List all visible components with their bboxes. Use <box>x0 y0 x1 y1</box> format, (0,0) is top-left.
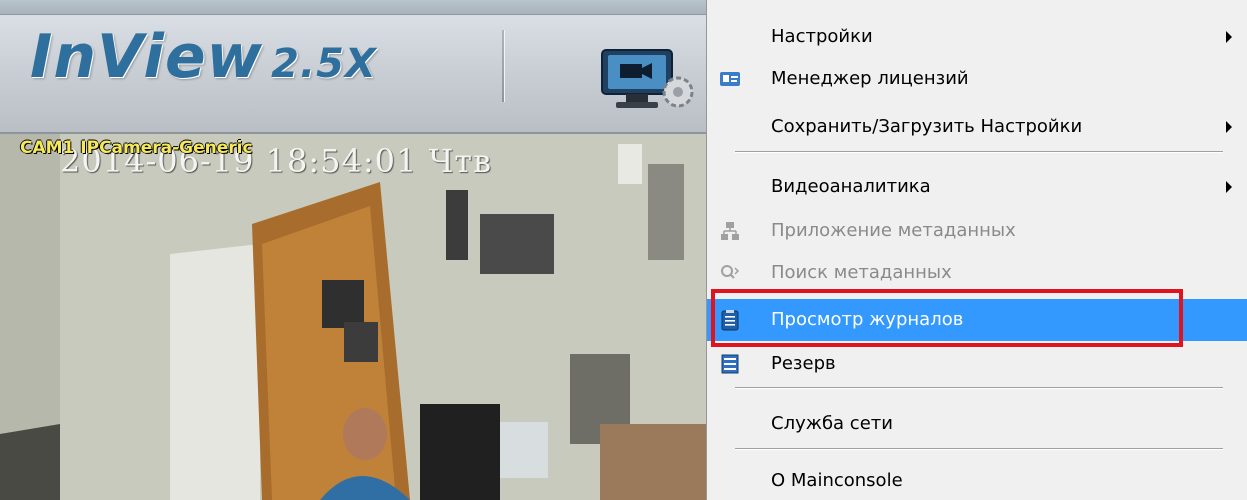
camera-label: CAM1 IPCamera-Generic <box>20 138 253 158</box>
brand-name: InView <box>30 22 264 92</box>
camera-image <box>0 134 706 500</box>
menu-item-label: Поиск метаданных <box>771 262 952 283</box>
header-divider <box>502 30 504 102</box>
submenu-arrow-icon <box>1226 121 1232 133</box>
submenu-arrow-icon <box>1226 181 1232 193</box>
camera-view[interactable]: 2014-06-19 18:54:01 Чтв CAM1 IPCamera-Ge… <box>0 134 706 500</box>
menu-item-about[interactable]: О Mainconsole <box>707 464 1247 498</box>
app-header: InView 2.5X <box>0 0 706 134</box>
menu-item-label: Видеоаналитика <box>771 176 931 197</box>
menu-item-metadata-search[interactable]: Поиск метаданных <box>707 256 1247 290</box>
menu-item-backup[interactable]: Резерв <box>707 347 1247 381</box>
log-clipboard-icon <box>721 310 739 331</box>
menu-item-label: О Mainconsole <box>771 470 903 491</box>
menu-item-settings[interactable]: Настройки <box>707 20 1247 54</box>
submenu-arrow-icon <box>1226 31 1232 43</box>
menu-item-label: Сохранить/Загрузить Настройки <box>771 116 1083 137</box>
menu-item-label: Приложение метаданных <box>771 220 1016 241</box>
backup-list-icon <box>721 354 739 374</box>
menu-item-view-logs[interactable]: Просмотр журналов <box>707 299 1247 341</box>
menu-separator <box>735 387 1223 389</box>
network-tree-icon <box>721 222 739 240</box>
menu-separator <box>735 448 1223 450</box>
monitor-settings-icon[interactable] <box>600 46 700 112</box>
menu-item-save-load-settings[interactable]: Сохранить/Загрузить Настройки <box>707 110 1247 144</box>
menu-separator <box>735 151 1223 153</box>
menu-item-label: Резерв <box>771 353 836 374</box>
menu-item-video-analytics[interactable]: Видеоаналитика <box>707 170 1247 204</box>
menu-item-label: Менеджер лицензий <box>771 68 969 89</box>
metadata-search-icon <box>721 265 740 279</box>
menu-item-metadata-app[interactable]: Приложение метаданных <box>707 214 1247 248</box>
menu-item-label: Служба сети <box>771 413 893 434</box>
menu-item-label: Просмотр журналов <box>771 309 964 330</box>
title-strip <box>0 0 706 15</box>
menu-item-label: Настройки <box>771 26 873 47</box>
menu-item-network-service[interactable]: Служба сети <box>707 407 1247 441</box>
context-menu: Настройки Менеджер лицензий Сохранить/За… <box>706 0 1247 500</box>
brand-version: 2.5X <box>271 41 377 87</box>
app-logo: InView 2.5X <box>30 22 377 92</box>
license-card-icon <box>720 72 740 86</box>
menu-item-license-manager[interactable]: Менеджер лицензий <box>707 62 1247 96</box>
